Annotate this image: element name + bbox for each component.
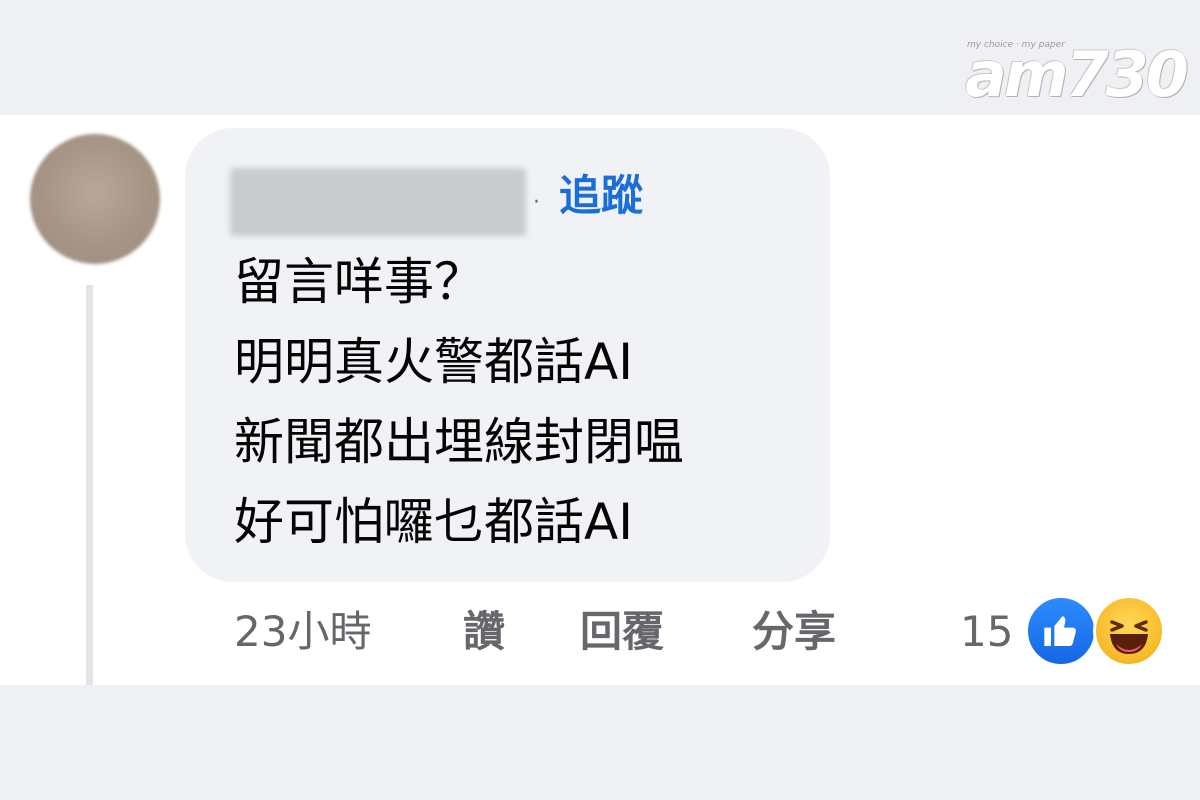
reply-button[interactable]: 回覆 <box>580 600 664 664</box>
am730-watermark: am730 my choice · my paper <box>965 38 1189 108</box>
avatar[interactable] <box>30 134 160 264</box>
comment-line: 好可怕囉乜都話AI <box>234 493 633 551</box>
separator-dot: · <box>533 190 540 215</box>
comment-line: 明明真火警都話AI <box>234 333 633 391</box>
share-button[interactable]: 分享 <box>752 600 836 664</box>
bottom-band <box>0 685 1200 800</box>
reaction-count[interactable]: 15 <box>960 600 1013 664</box>
watermark-tagline: my choice · my paper <box>967 40 1065 50</box>
haha-icon[interactable] <box>1093 595 1165 667</box>
comment-bubble: · 追蹤 留言咩事？ 明明真火警都話AI 新聞都出埋線封閉嗢 好可怕囉乜都話AI <box>185 128 830 582</box>
thumbs-up-icon <box>1044 616 1076 646</box>
laughing-face-icon <box>1110 620 1148 654</box>
like-icon[interactable] <box>1025 595 1097 667</box>
comment-text: 留言咩事？ 明明真火警都話AI 新聞都出埋線封閉嗢 好可怕囉乜都話AI <box>234 242 684 562</box>
comment-line: 新聞都出埋線封閉嗢 <box>234 413 684 471</box>
follow-link[interactable]: 追蹤 <box>559 170 643 222</box>
like-button[interactable]: 讚 <box>463 600 505 664</box>
thread-line <box>86 285 93 685</box>
commenter-name-redacted[interactable] <box>230 168 526 236</box>
timestamp-link[interactable]: 23小時 <box>234 600 371 664</box>
watermark-word: am730 <box>965 38 1189 111</box>
comment-line: 留言咩事？ <box>234 253 484 311</box>
